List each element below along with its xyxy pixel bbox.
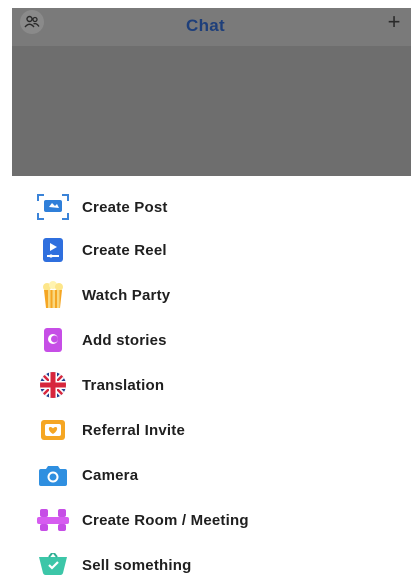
create-post-icon bbox=[35, 192, 71, 222]
menu-item-referral-invite[interactable]: Referral Invite bbox=[0, 410, 411, 450]
meeting-room-icon bbox=[35, 505, 71, 535]
menu-item-create-reel[interactable]: Create Reel bbox=[0, 230, 411, 270]
create-action-sheet: Create Post Create Reel Watch Party Add … bbox=[0, 176, 411, 576]
plus-icon[interactable]: + bbox=[381, 9, 407, 35]
menu-item-label: Sell something bbox=[82, 556, 192, 574]
menu-item-add-stories[interactable]: Add stories bbox=[0, 320, 411, 360]
uk-flag-icon bbox=[35, 370, 71, 400]
sell-icon bbox=[35, 550, 71, 580]
menu-item-label: Create Post bbox=[82, 198, 168, 216]
menu-item-create-post[interactable]: Create Post bbox=[0, 187, 411, 227]
camera-icon bbox=[35, 460, 71, 490]
page-title: Chat bbox=[186, 16, 225, 35]
add-stories-icon bbox=[35, 325, 71, 355]
create-reel-icon bbox=[35, 235, 71, 265]
menu-item-label: Create Reel bbox=[82, 241, 167, 259]
menu-item-camera[interactable]: Camera bbox=[0, 455, 411, 495]
menu-item-label: Translation bbox=[82, 376, 165, 394]
menu-item-label: Create Room / Meeting bbox=[82, 511, 249, 529]
menu-item-label: Watch Party bbox=[82, 286, 171, 304]
menu-item-translation[interactable]: Translation bbox=[0, 365, 411, 405]
menu-item-create-room-meeting[interactable]: Create Room / Meeting bbox=[0, 500, 411, 540]
popcorn-icon bbox=[35, 280, 71, 310]
menu-item-label: Referral Invite bbox=[82, 421, 186, 439]
menu-item-sell-something[interactable]: Sell something bbox=[0, 545, 411, 585]
menu-item-label: Camera bbox=[82, 466, 139, 484]
referral-invite-icon bbox=[35, 415, 71, 445]
menu-item-label: Add stories bbox=[82, 331, 167, 349]
menu-item-watch-party[interactable]: Watch Party bbox=[0, 275, 411, 315]
